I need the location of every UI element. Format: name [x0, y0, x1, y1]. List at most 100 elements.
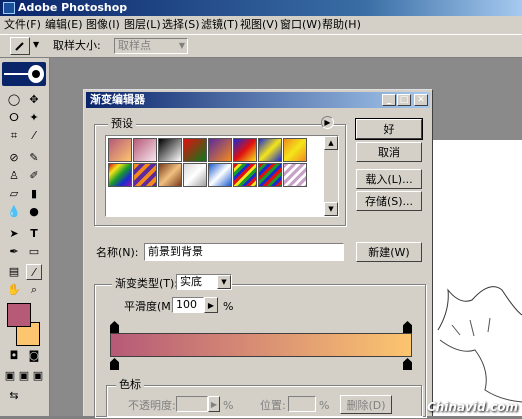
menu-select[interactable]: 选择(S)	[162, 17, 200, 33]
load-button[interactable]: 载入(L)...	[356, 169, 422, 189]
menu-edit[interactable]: 编辑(E)	[45, 17, 83, 33]
smoothness-label: 平滑度(M):	[124, 300, 179, 313]
delete-button[interactable]: 删除(D)	[340, 395, 392, 414]
smoothness-input[interactable]: 100	[172, 297, 204, 313]
name-input[interactable]: 前景到背景	[144, 243, 344, 261]
preset-swatch[interactable]	[133, 163, 157, 187]
position-label: 位置:	[260, 399, 286, 412]
app-title: Adobe Photoshop	[18, 1, 128, 14]
preset-swatch[interactable]	[208, 163, 232, 187]
preset-swatch[interactable]	[258, 138, 282, 162]
toolbox: ◯ ✥ ⵔ ✦ ⌗ ⁄ ⊘ ✎ ♙ ✐ ▱ ▮ 💧 ● ➤ T ✒ ▭ ▤ ⁄ …	[0, 58, 50, 416]
preset-swatch[interactable]	[183, 163, 207, 187]
menu-window[interactable]: 窗口(W)	[280, 17, 321, 33]
shape-tool-icon[interactable]: ▭	[26, 244, 42, 260]
name-input-value: 前景到背景	[148, 245, 203, 258]
smoothness-value: 100	[176, 298, 197, 311]
opacity-label: 不透明度:	[128, 399, 176, 412]
standard-mode-icon[interactable]: ◘	[6, 348, 22, 364]
save-button[interactable]: 存储(S)...	[356, 191, 422, 211]
preset-scrollbar[interactable]: ▲ ▼	[324, 136, 338, 216]
document-canvas[interactable]	[430, 140, 522, 416]
gradient-tool-icon[interactable]: ▮	[26, 186, 42, 202]
ok-button-label: 好	[383, 123, 395, 136]
preset-swatch[interactable]	[233, 138, 257, 162]
stops-label: 色标	[116, 378, 144, 392]
presets-menu-icon[interactable]: ▶	[321, 116, 334, 129]
dodge-tool-icon[interactable]: ●	[26, 204, 42, 220]
menu-image[interactable]: 图像(I)	[86, 17, 120, 33]
marquee-tool-icon[interactable]: ◯	[6, 92, 22, 108]
preset-swatch[interactable]	[158, 163, 182, 187]
magic-wand-tool-icon[interactable]: ✦	[26, 110, 42, 126]
menu-filter[interactable]: 滤镜(T)	[201, 17, 238, 33]
notes-tool-icon[interactable]: ▤	[6, 264, 22, 280]
preset-swatch[interactable]	[183, 138, 207, 162]
new-button[interactable]: 新建(W)	[356, 242, 422, 262]
path-select-tool-icon[interactable]: ➤	[6, 226, 22, 242]
jump-to-imageready-icon[interactable]: ⇆	[6, 388, 22, 404]
eyedropper-icon	[15, 42, 24, 51]
opacity-input[interactable]	[176, 396, 208, 412]
gradient-type-select[interactable]: 实底 ▼	[176, 274, 232, 290]
close-icon[interactable]: ✕	[414, 94, 428, 106]
zoom-tool-icon[interactable]: ⌕	[26, 282, 42, 298]
adobe-eye-icon	[4, 65, 44, 83]
foreground-color-swatch[interactable]	[7, 303, 31, 327]
menu-file[interactable]: 文件(F)	[4, 17, 41, 33]
brush-tool-icon[interactable]: ✎	[26, 150, 42, 166]
watermark: Chinavid.com	[426, 400, 518, 414]
slice-tool-icon[interactable]: ⁄	[26, 128, 42, 144]
minimize-icon[interactable]: _	[382, 94, 396, 106]
preset-swatch[interactable]	[158, 138, 182, 162]
gradient-editor-dialog: 渐变编辑器 _ □ ✕ 预设 ▶ ▲ ▼ 好 取消 载入(L)... 存储(S)…	[83, 89, 433, 417]
presets-label: 预设	[108, 117, 136, 131]
lasso-tool-icon[interactable]: ⵔ	[6, 110, 22, 126]
preset-swatch[interactable]	[283, 138, 307, 162]
crop-tool-icon[interactable]: ⌗	[6, 128, 22, 144]
move-tool-icon[interactable]: ✥	[26, 92, 42, 108]
menu-bar: 文件(F) 编辑(E) 图像(I) 图层(L) 选择(S) 滤镜(T) 视图(V…	[0, 16, 522, 34]
pen-tool-icon[interactable]: ✒	[6, 244, 22, 260]
type-tool-icon[interactable]: T	[26, 226, 42, 242]
delete-button-label: 删除(D)	[346, 398, 386, 412]
preset-swatch-list	[105, 135, 339, 217]
position-input[interactable]	[288, 396, 316, 412]
gradient-preview-bar[interactable]	[110, 333, 412, 357]
screen-mode-full-icon[interactable]: ▣	[30, 368, 46, 384]
eyedropper-tool-icon[interactable]: ⁄	[26, 264, 42, 280]
preset-swatch[interactable]	[233, 163, 257, 187]
cat-sketch-image	[437, 286, 522, 403]
dialog-title: 渐变编辑器	[90, 93, 145, 106]
preset-swatch[interactable]	[258, 163, 282, 187]
preset-swatch[interactable]	[133, 138, 157, 162]
preset-swatch[interactable]	[283, 163, 307, 187]
preset-swatch[interactable]	[208, 138, 232, 162]
blur-tool-icon[interactable]: 💧	[6, 204, 22, 220]
preset-swatch[interactable]	[108, 138, 132, 162]
ok-button[interactable]: 好	[355, 118, 423, 140]
quick-mask-mode-icon[interactable]: ◙	[26, 348, 42, 364]
scroll-up-icon[interactable]: ▲	[324, 136, 338, 150]
preset-swatch[interactable]	[108, 163, 132, 187]
eyedropper-preset-button[interactable]	[10, 37, 30, 55]
maximize-icon[interactable]: □	[397, 94, 411, 106]
history-brush-tool-icon[interactable]: ✐	[26, 168, 42, 184]
cancel-button[interactable]: 取消	[356, 142, 422, 162]
sample-size-select[interactable]: 取样点 ▼	[114, 38, 188, 54]
smoothness-slider-button[interactable]: ▶	[204, 297, 218, 313]
opacity-slider-button[interactable]: ▶	[208, 396, 220, 412]
options-bar: ▼ 取样大小: 取样点 ▼	[0, 34, 522, 58]
menu-view[interactable]: 视图(V)	[240, 17, 278, 33]
chevron-down-icon[interactable]: ▼	[33, 40, 39, 49]
menu-layer[interactable]: 图层(L)	[124, 17, 161, 33]
menu-help[interactable]: 帮助(H)	[322, 17, 361, 33]
hand-tool-icon[interactable]: ✋	[6, 282, 22, 298]
eraser-tool-icon[interactable]: ▱	[6, 186, 22, 202]
gradient-type-value: 实底	[180, 275, 202, 288]
dialog-title-bar: 渐变编辑器 _ □ ✕	[86, 92, 430, 108]
clone-stamp-tool-icon[interactable]: ♙	[6, 168, 22, 184]
scroll-down-icon[interactable]: ▼	[324, 202, 338, 216]
healing-brush-tool-icon[interactable]: ⊘	[6, 150, 22, 166]
sample-size-value: 取样点	[118, 39, 151, 52]
